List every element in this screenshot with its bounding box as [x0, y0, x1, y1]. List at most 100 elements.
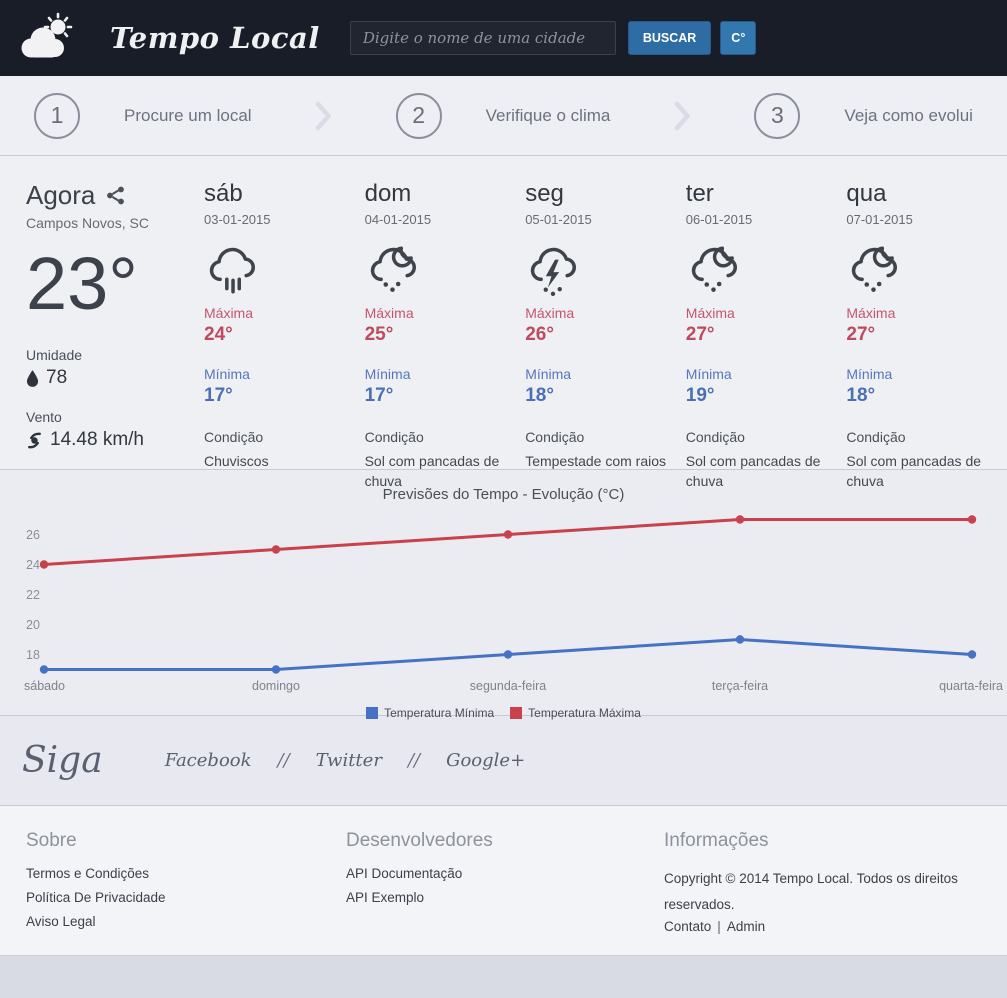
condition-value: Chuviscos	[204, 451, 346, 471]
condition-label: Condição	[204, 429, 357, 445]
sun-cloud-logo-icon	[16, 11, 78, 65]
forecast-date: 07-01-2015	[846, 212, 999, 227]
max-value: 26°	[525, 324, 678, 346]
weather-night-showers-icon	[365, 241, 421, 299]
step-label: Verifique o clima	[486, 106, 611, 126]
chart-panel: Previsões do Tempo - Evolução (°C) 18202…	[0, 470, 1007, 716]
chevron-right-icon	[674, 101, 691, 131]
weather-thunderstorm-icon	[525, 241, 581, 299]
droplet-icon	[26, 370, 39, 387]
about-heading: Sobre	[26, 830, 346, 852]
footer-info-column: Informações Copyright © 2014 Tempo Local…	[664, 830, 1007, 955]
current-weather-column: Agora Campos Novos, SC 23° Umidade 78	[26, 180, 204, 469]
weather-panel: Agora Campos Novos, SC 23° Umidade 78	[0, 156, 1007, 470]
forecast-date: 04-01-2015	[365, 212, 518, 227]
min-value: 18°	[846, 385, 999, 407]
max-value: 25°	[365, 324, 518, 346]
svg-text:26: 26	[26, 528, 40, 542]
chevron-right-icon	[315, 101, 332, 131]
temperature-line-chart: 1820222426sábadodomingosegunda-feiraterç…	[0, 507, 1007, 704]
step-3: 3Veja como evolui	[754, 93, 973, 139]
svg-text:quarta-feira: quarta-feira	[939, 679, 1003, 693]
min-label: Mínima	[365, 366, 518, 382]
developers-heading: Desenvolvedores	[346, 830, 664, 852]
footer-link[interactable]: API Exemplo	[346, 890, 664, 905]
footer-link[interactable]: Aviso Legal	[26, 914, 346, 929]
min-label: Mínima	[686, 366, 839, 382]
footer-link[interactable]: Política De Privacidade	[26, 890, 346, 905]
share-icon[interactable]	[105, 185, 126, 206]
legend-swatch-icon	[366, 707, 378, 719]
footer-link[interactable]: Admin	[727, 919, 765, 934]
svg-text:18: 18	[26, 648, 40, 662]
social-link-facebook[interactable]: Facebook	[165, 750, 252, 771]
forecast-column-qua: qua07-01-2015 Máxima27°Mínima18°Condição…	[846, 180, 1007, 469]
steps-bar: 1 Procure um local 2 Verifique o clima 3Veja…	[0, 76, 1007, 156]
condition-value: Sol com pancadas de chuva	[686, 451, 828, 492]
current-location: Campos Novos, SC	[26, 215, 204, 231]
forecast-day: dom	[365, 180, 518, 208]
unit-toggle-button[interactable]: C°	[720, 21, 756, 55]
max-value: 27°	[846, 324, 999, 346]
svg-text:sábado: sábado	[24, 679, 65, 693]
social-separator: //	[408, 750, 420, 771]
search-button[interactable]: BUSCAR	[628, 21, 711, 55]
social-separator: //	[278, 750, 290, 771]
max-label: Máxima	[525, 305, 678, 321]
step-number: 1	[34, 93, 80, 139]
step-number: 3	[754, 93, 800, 139]
min-label: Mínima	[204, 366, 357, 382]
legend-swatch-icon	[510, 707, 522, 719]
footer-about-column: Sobre Termos e Condições Política De Priv…	[26, 830, 346, 955]
step-label: Procure um local	[124, 106, 252, 126]
max-label: Máxima	[365, 305, 518, 321]
footer-link[interactable]: Contato	[664, 919, 711, 934]
cyclone-icon	[26, 432, 43, 449]
bottom-band	[0, 956, 1007, 997]
app-title: Tempo Local	[110, 21, 320, 55]
forecast-day: seg	[525, 180, 678, 208]
wind-value: 14.48 km/h	[50, 429, 144, 451]
current-temperature: 23°	[26, 247, 204, 321]
forecast-column-seg: seg05-01-2015 Máxima26°Mínima18°Condição…	[525, 180, 686, 469]
step-separator	[315, 101, 332, 131]
footer-link[interactable]: Termos e Condições	[26, 866, 346, 881]
forecast-day: ter	[686, 180, 839, 208]
step-separator	[674, 101, 691, 131]
app-header: Tempo Local BUSCAR C°	[0, 0, 1007, 76]
legend-label: Temperatura Mínima	[384, 706, 494, 720]
city-search-input[interactable]	[350, 21, 616, 55]
page-footer: Sobre Termos e Condições Política De Priv…	[0, 806, 1007, 956]
footer-link[interactable]: API Documentação	[346, 866, 664, 881]
step-1: 1 Procure um local	[34, 93, 252, 139]
min-value: 19°	[686, 385, 839, 407]
forecast-column-dom: dom04-01-2015 Máxima25°Mínima17°Condição…	[365, 180, 526, 469]
step-number: 2	[396, 93, 442, 139]
legend-item: Temperatura Máxima	[510, 706, 641, 720]
condition-label: Condição	[686, 429, 839, 445]
max-value: 27°	[686, 324, 839, 346]
copyright-text: Copyright © 2014 Tempo Local. Todos os d…	[664, 866, 967, 917]
social-link-google[interactable]: Google+	[446, 750, 525, 771]
min-value: 17°	[204, 385, 357, 407]
info-heading: Informações	[664, 830, 967, 852]
current-title: Agora	[26, 180, 95, 211]
condition-value: Tempestade com raios	[525, 451, 667, 471]
forecast-day: sáb	[204, 180, 357, 208]
condition-label: Condição	[365, 429, 518, 445]
legend-item: Temperatura Mínima	[366, 706, 494, 720]
condition-label: Condição	[525, 429, 678, 445]
social-heading: Siga	[22, 740, 103, 781]
weather-drizzle-icon	[204, 241, 260, 299]
weather-night-showers-icon	[686, 241, 742, 299]
svg-text:terça-feira: terça-feira	[712, 679, 768, 693]
condition-label: Condição	[846, 429, 999, 445]
min-label: Mínima	[846, 366, 999, 382]
social-link-twitter[interactable]: Twitter	[316, 750, 382, 771]
min-value: 18°	[525, 385, 678, 407]
max-label: Máxima	[686, 305, 839, 321]
svg-text:24: 24	[26, 558, 40, 572]
forecast-column-sáb: sáb03-01-2015 Máxima24°Mínima17°Condição…	[204, 180, 365, 469]
humidity-value: 78	[46, 367, 67, 389]
forecast-column-ter: ter06-01-2015 Máxima27°Mínima19°Condição…	[686, 180, 847, 469]
